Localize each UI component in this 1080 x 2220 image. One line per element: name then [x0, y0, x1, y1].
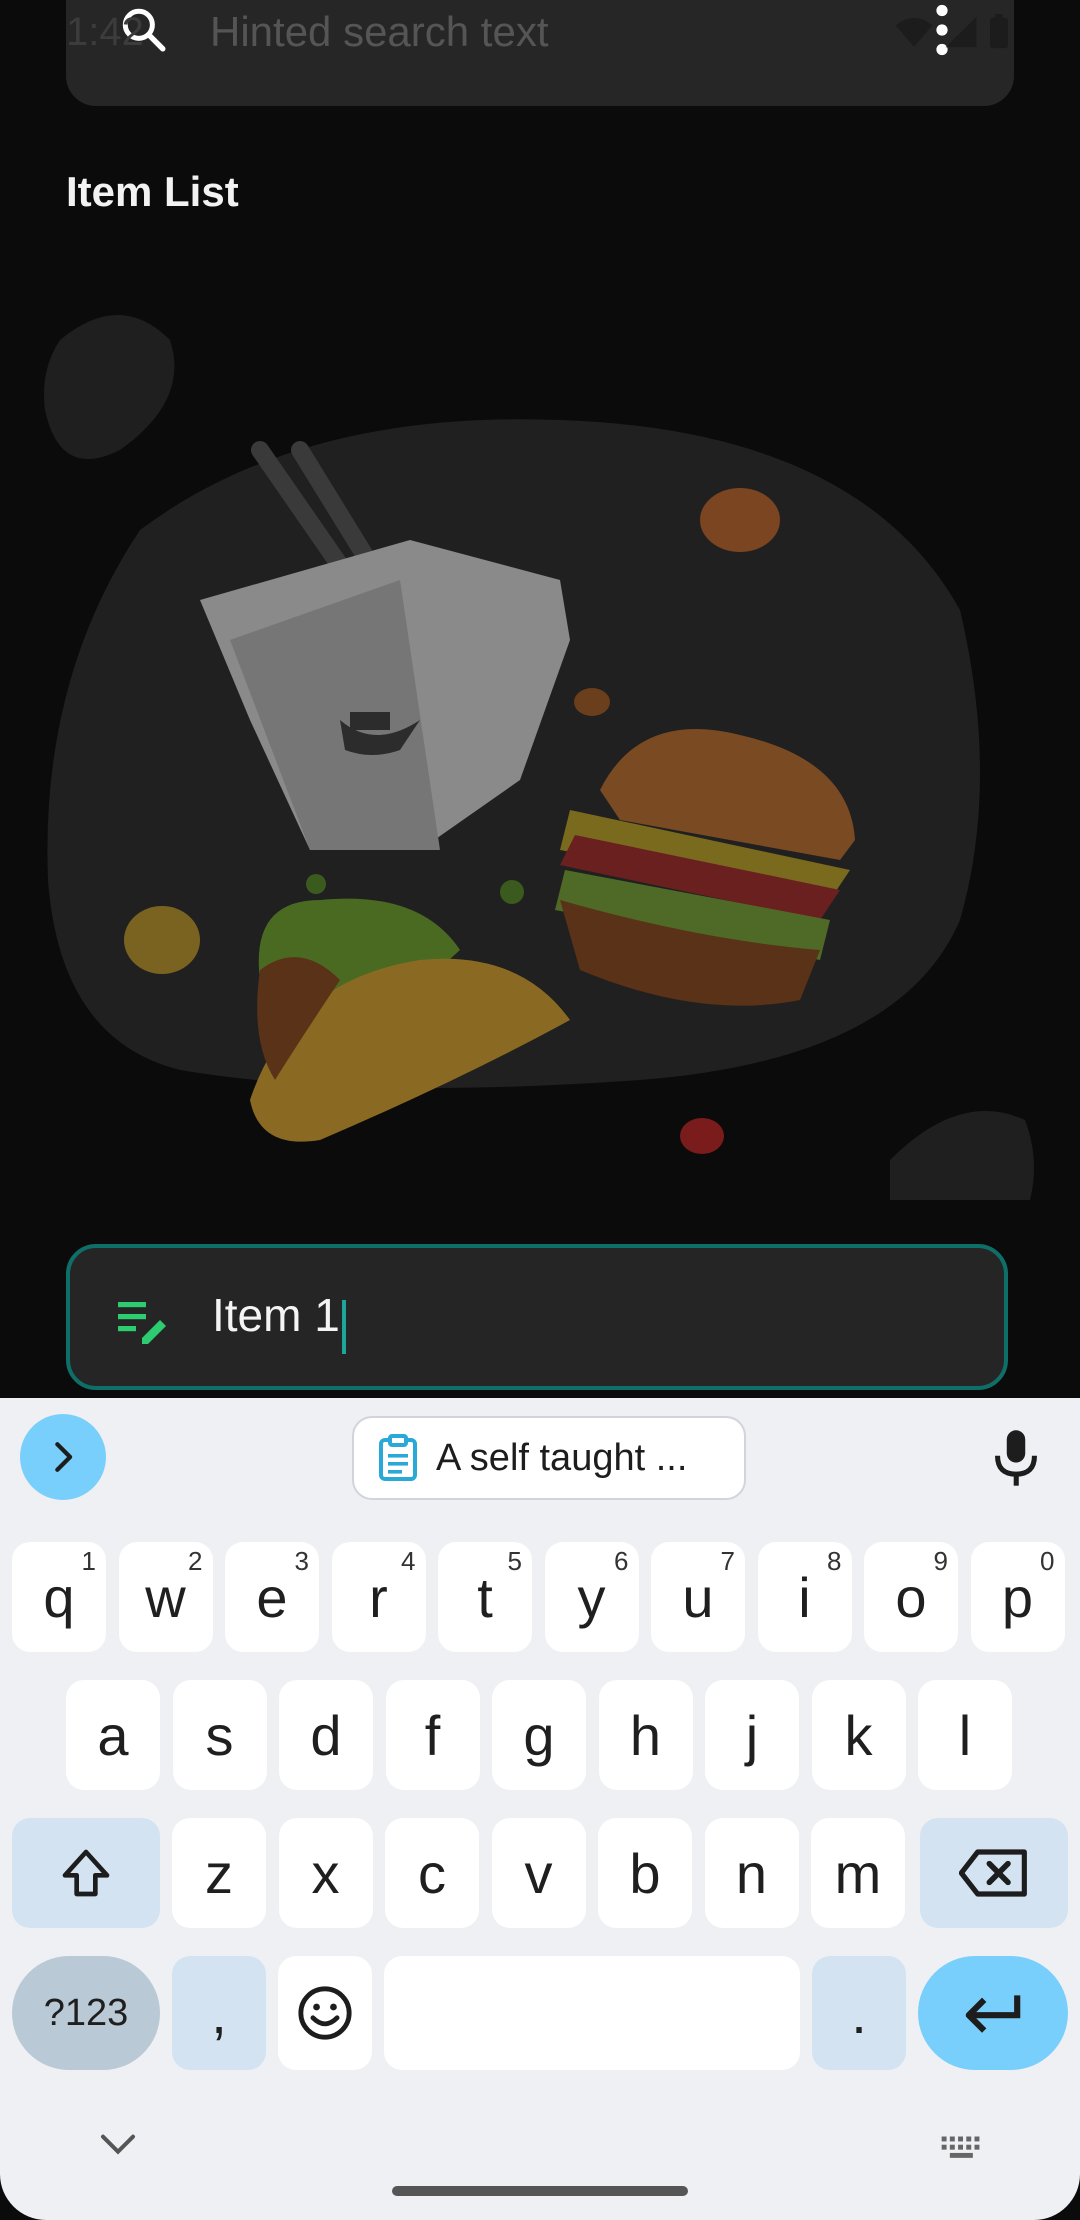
key-label: f	[424, 1703, 441, 1767]
edit-list-icon	[116, 1296, 168, 1349]
key-f[interactable]: f	[385, 1680, 480, 1790]
clipboard-suggestion-text: A self taught ...	[436, 1436, 688, 1479]
key-j[interactable]: j	[705, 1680, 799, 1790]
microphone-icon[interactable]	[990, 1428, 1042, 1493]
key-label: v	[524, 1841, 553, 1905]
key-m[interactable]: m	[811, 1818, 905, 1928]
battery-icon	[990, 14, 1008, 49]
clipboard-suggestion-chip[interactable]: A self taught ...	[352, 1416, 746, 1500]
backspace-icon	[959, 1849, 1027, 1897]
key-hint: 6	[614, 1546, 629, 1576]
wifi-icon	[895, 17, 933, 47]
key-r[interactable]: r4	[331, 1542, 426, 1652]
key-s[interactable]: s	[172, 1680, 267, 1790]
key-label: t	[477, 1565, 493, 1629]
key-label: x	[311, 1841, 340, 1905]
key-label: n	[735, 1841, 768, 1905]
key-e[interactable]: e3	[225, 1542, 319, 1652]
text-cursor	[342, 1300, 346, 1354]
key-label: c	[418, 1841, 446, 1905]
signal-icon	[945, 16, 977, 48]
key-hint: 0	[1040, 1546, 1055, 1576]
key-label: i	[798, 1565, 811, 1629]
symbols-key[interactable]: ?123	[12, 1956, 160, 2070]
key-hint: 2	[188, 1546, 203, 1576]
key-a[interactable]: a	[66, 1680, 160, 1790]
space-key[interactable]	[384, 1956, 800, 2070]
empty-state-food-illustration	[44, 315, 1034, 1200]
key-label: u	[682, 1565, 714, 1629]
key-label: j	[745, 1703, 759, 1767]
emoji-key[interactable]	[278, 1956, 372, 2070]
key-label: r	[369, 1565, 388, 1629]
key-hint: 5	[507, 1546, 522, 1576]
period-key[interactable]: .	[812, 1956, 906, 2070]
key-z[interactable]: z	[172, 1818, 266, 1928]
enter-icon	[965, 1995, 1021, 2033]
item-list-title: Item List	[66, 168, 239, 215]
key-label: m	[834, 1841, 882, 1905]
key-label: b	[629, 1841, 661, 1905]
key-h[interactable]: h	[598, 1680, 693, 1790]
backspace-key[interactable]	[920, 1818, 1068, 1928]
key-q[interactable]: q1	[12, 1542, 106, 1652]
key-label: a	[97, 1703, 129, 1767]
key-c[interactable]: c	[385, 1818, 479, 1928]
key-t[interactable]: t5	[438, 1542, 532, 1652]
key-label: z	[205, 1841, 233, 1905]
item-input-value: Item 1	[212, 1289, 340, 1341]
key-hint: 9	[933, 1546, 948, 1576]
key-label: l	[958, 1703, 972, 1767]
key-v[interactable]: v	[491, 1818, 586, 1928]
key-x[interactable]: x	[278, 1818, 373, 1928]
key-label: y	[577, 1565, 606, 1629]
key-b[interactable]: b	[598, 1818, 692, 1928]
key-w[interactable]: w2	[118, 1542, 213, 1652]
key-label: s	[205, 1703, 234, 1767]
status-time: 1:42	[66, 10, 144, 54]
system-icons	[894, 14, 1010, 50]
key-l[interactable]: l	[918, 1680, 1012, 1790]
key-label: g	[523, 1703, 555, 1767]
keyboard-expand-button[interactable]	[20, 1414, 106, 1500]
key-label: p	[1001, 1565, 1034, 1629]
clipboard-icon	[378, 1434, 418, 1482]
key-u[interactable]: u7	[651, 1542, 745, 1652]
key-y[interactable]: y6	[544, 1542, 639, 1652]
hide-keyboard-icon[interactable]	[98, 2130, 138, 2165]
comma-key[interactable]: ,	[172, 1956, 266, 2070]
key-label: d	[310, 1703, 342, 1767]
key-hint: 1	[81, 1546, 96, 1576]
key-o[interactable]: o9	[864, 1542, 958, 1652]
key-hint: 4	[401, 1546, 416, 1576]
enter-key[interactable]	[918, 1956, 1068, 2070]
shift-key[interactable]	[12, 1818, 160, 1928]
emoji-icon	[298, 1986, 352, 2040]
key-i[interactable]: i8	[757, 1542, 852, 1652]
key-label: o	[895, 1565, 927, 1629]
key-hint: 7	[720, 1546, 735, 1576]
keyboard-switch-icon[interactable]	[940, 2134, 986, 2167]
key-g[interactable]: g	[492, 1680, 586, 1790]
soft-keyboard: A self taught ... q1w2e3r4t5y6u7i8o9p0as…	[0, 1398, 1080, 2220]
status-bar: 1:42	[0, 0, 1080, 64]
key-label: e	[256, 1565, 288, 1629]
key-label: k	[844, 1703, 873, 1767]
home-indicator[interactable]	[392, 2186, 688, 2196]
key-d[interactable]: d	[279, 1680, 373, 1790]
key-label: w	[145, 1565, 186, 1629]
key-p[interactable]: p0	[970, 1542, 1065, 1652]
screen: Hinted search text 1:42 Item List Item 1…	[0, 0, 1080, 2220]
shift-icon	[62, 1849, 110, 1897]
key-n[interactable]: n	[704, 1818, 799, 1928]
key-hint: 3	[294, 1546, 309, 1576]
item-input-field[interactable]: Item 1	[66, 1244, 1008, 1390]
key-hint: 8	[827, 1546, 842, 1576]
key-label: h	[629, 1703, 662, 1767]
key-label: q	[43, 1565, 75, 1629]
chevron-right-icon	[55, 1442, 73, 1472]
key-k[interactable]: k	[811, 1680, 906, 1790]
